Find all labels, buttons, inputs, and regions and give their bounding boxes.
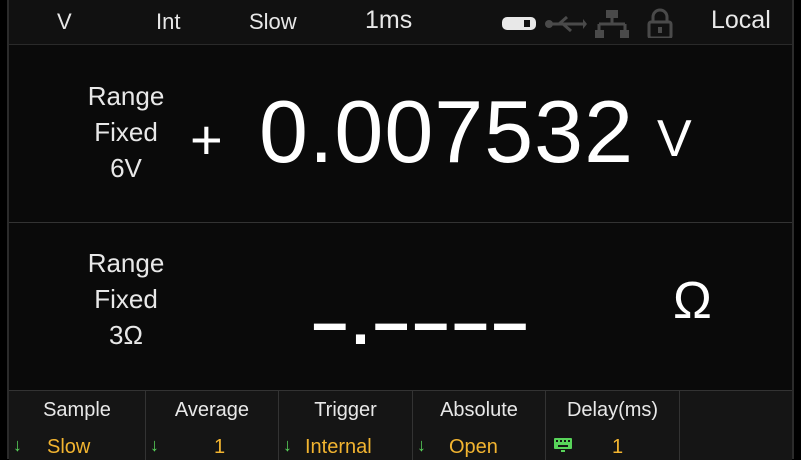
- trigger-source: Int: [156, 9, 181, 34]
- softkey-value: 1: [612, 436, 624, 458]
- secondary-reading: –.––––: [312, 286, 532, 358]
- range-line: Fixed: [94, 117, 158, 147]
- status-bar: V Int Slow 1ms Local: [9, 0, 792, 45]
- usb-disk-icon: [502, 17, 536, 30]
- softkey-average[interactable]: Average ↓ 1: [146, 391, 279, 460]
- softkey-bar: Sample ↓ Slow Average ↓ 1 Trigger ↓ Inte…: [9, 390, 792, 460]
- range-line: Fixed: [94, 284, 158, 314]
- secondary-unit: Ω: [673, 272, 712, 330]
- softkey-value: Internal: [305, 436, 372, 458]
- down-arrow-icon: ↓: [283, 435, 292, 455]
- lan-icon: [595, 10, 629, 38]
- primary-reading: 0.007532: [259, 82, 635, 181]
- softkey-empty[interactable]: [680, 391, 796, 460]
- softkey-label: Delay(ms): [566, 399, 659, 421]
- aperture-time: 1ms: [365, 6, 413, 34]
- down-arrow-icon: ↓: [417, 435, 426, 455]
- lock-icon: [647, 8, 673, 38]
- remote-state: Local: [711, 6, 771, 34]
- keyboard-icon: [554, 438, 572, 452]
- range-line: Range: [87, 248, 165, 278]
- softkey-value: Open: [449, 436, 498, 458]
- instrument-screen: V Int Slow 1ms Local Range Fixed 6V + 0.…: [7, 0, 794, 460]
- softkey-label: Absolute: [440, 399, 518, 421]
- softkey-delay[interactable]: Delay(ms) 1: [546, 391, 680, 460]
- range-line: 6V: [110, 153, 142, 183]
- usb-icon: [545, 15, 587, 33]
- reading-sign: +: [190, 108, 223, 171]
- softkey-label: Average: [174, 399, 250, 421]
- range-line: Range: [87, 81, 165, 111]
- softkey-value: 1: [214, 436, 226, 458]
- primary-unit: V: [657, 110, 692, 168]
- softkey-trigger[interactable]: Trigger ↓ Internal: [279, 391, 413, 460]
- softkey-sample[interactable]: Sample ↓ Slow: [9, 391, 146, 460]
- softkey-value: Slow: [47, 436, 91, 458]
- primary-range-label[interactable]: Range Fixed 6V: [61, 78, 191, 186]
- range-line: 3Ω: [109, 320, 143, 350]
- sample-speed: Slow: [249, 9, 297, 34]
- down-arrow-icon: ↓: [13, 435, 22, 455]
- measure-mode: V: [57, 9, 72, 34]
- secondary-display: Range Fixed 3Ω –.–––– Ω: [9, 223, 792, 389]
- softkey-label: Trigger: [314, 399, 377, 421]
- secondary-range-label[interactable]: Range Fixed 3Ω: [61, 245, 191, 353]
- primary-display: Range Fixed 6V + 0.007532 V: [9, 45, 792, 223]
- softkey-label: Sample: [43, 399, 111, 421]
- softkey-absolute[interactable]: Absolute ↓ Open: [413, 391, 546, 460]
- down-arrow-icon: ↓: [150, 435, 159, 455]
